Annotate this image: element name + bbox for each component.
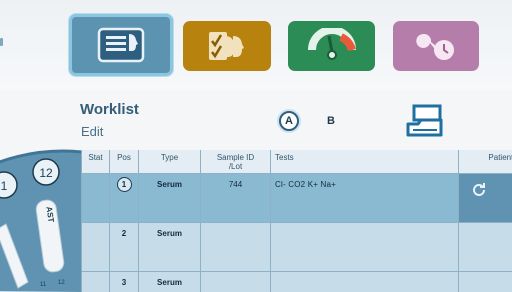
col-header-sample-id-sub: /Lot (228, 162, 243, 171)
qc-nav-button[interactable] (183, 21, 271, 71)
rack-a-label: A (285, 115, 293, 127)
maintenance-nav-button[interactable] (393, 21, 479, 71)
carousel-small-label-11: 11 (40, 282, 47, 288)
row-type-cell[interactable]: Serum (139, 174, 201, 222)
printer-icon[interactable] (405, 104, 445, 140)
col-header-sample-id[interactable]: Sample ID /Lot (201, 150, 271, 173)
row-stat-cell[interactable] (82, 223, 110, 271)
col-header-tests[interactable]: Tests (271, 150, 459, 173)
carousel-label-12: 12 (39, 166, 53, 180)
row-type-cell[interactable]: Serum (139, 223, 201, 271)
qc-check-faces-icon (209, 32, 244, 60)
edge-marker (0, 38, 3, 46)
wrench-clock-icon (416, 33, 454, 60)
row-patient-id-cell[interactable] (459, 272, 512, 292)
row-sample-id-cell[interactable] (201, 272, 271, 292)
gauge-icon (307, 28, 356, 60)
row-type-cell[interactable]: Serum (139, 272, 201, 292)
row-stat-cell[interactable] (82, 174, 110, 222)
row-sample-id-cell[interactable] (201, 223, 271, 271)
row-sample-id-cell[interactable]: 744 (201, 174, 271, 222)
col-header-sample-id-label: Sample ID (216, 153, 255, 162)
row-pos-circle: 1 (116, 177, 132, 192)
row-pos-cell: 1 (110, 174, 139, 222)
status-nav-button[interactable] (288, 21, 375, 71)
col-header-pos[interactable]: Pos (110, 150, 139, 173)
worklist-nav-button[interactable] (69, 14, 173, 76)
col-header-patient-id[interactable]: Patient ID (459, 150, 512, 173)
carousel-label-1: 1 (0, 179, 8, 193)
row-tests-cell[interactable]: Cl- CO2 K+ Na+ (271, 174, 459, 222)
refresh-icon[interactable] (472, 182, 486, 196)
col-header-stat[interactable]: Stat (82, 150, 110, 173)
row-tests-cell[interactable] (271, 223, 459, 271)
table-row[interactable]: 1 Serum 744 Cl- CO2 K+ Na+ (82, 174, 512, 223)
row-tests-cell[interactable] (271, 272, 459, 292)
row-pos-cell: 3 (110, 272, 139, 292)
page-subtitle: Edit (81, 124, 104, 139)
table-row[interactable]: 3 Serum (82, 272, 512, 292)
row-patient-id-cell[interactable] (459, 223, 512, 271)
rack-b-radio[interactable]: B (327, 115, 335, 127)
table-row[interactable]: 2 Serum (82, 223, 512, 272)
sample-carousel[interactable] (0, 130, 82, 292)
worklist-table: Stat Pos Type Sample ID /Lot Tests Patie… (81, 150, 512, 292)
row-pos-cell: 2 (110, 223, 139, 271)
rack-a-radio[interactable]: A (279, 111, 299, 131)
worklist-card-icon (97, 27, 145, 63)
row-patient-id-cell[interactable] (459, 174, 512, 222)
page-title: Worklist (80, 101, 139, 118)
table-header: Stat Pos Type Sample ID /Lot Tests Patie… (82, 150, 512, 174)
carousel-small-label-12: 12 (58, 280, 65, 286)
col-header-type[interactable]: Type (139, 150, 201, 173)
row-stat-cell[interactable] (82, 272, 110, 292)
